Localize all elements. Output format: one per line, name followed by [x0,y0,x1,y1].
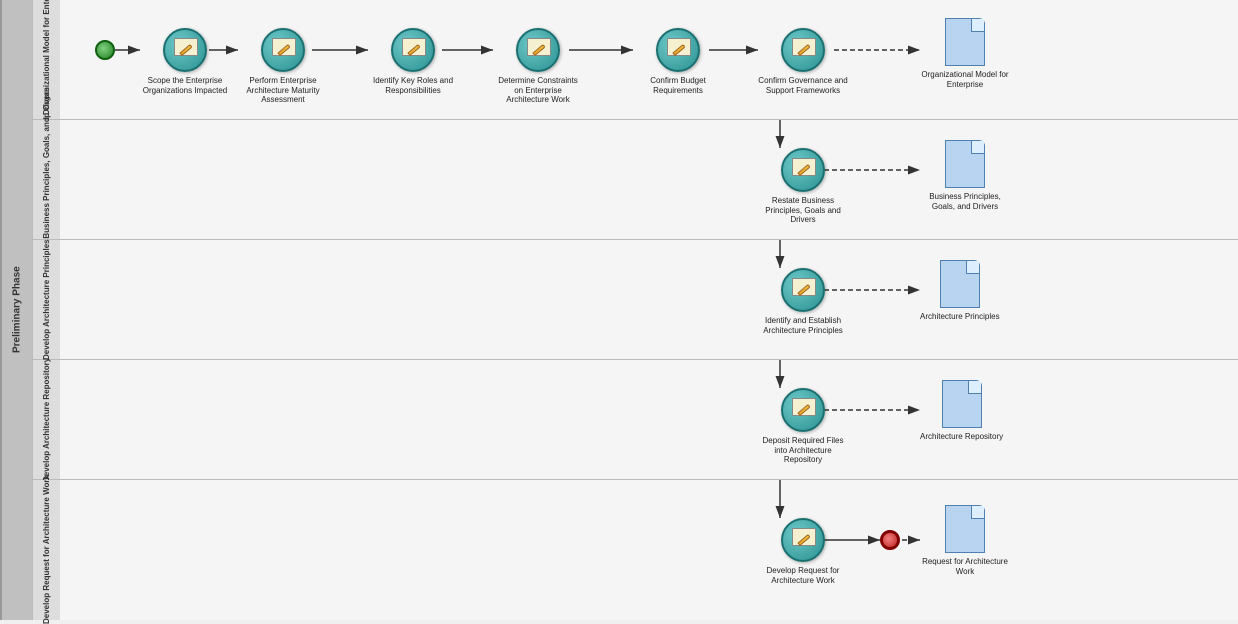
task-perform-maturity[interactable]: Perform Enterprise Architecture Maturity… [238,28,328,105]
task-deposit-files[interactable]: Deposit Required Files into Architecture… [758,388,848,465]
task-develop-request-icon [781,518,825,562]
lane-request-arch-work: Develop Request for Architecture Work De… [32,480,1238,620]
end-event [880,530,900,550]
task-confirm-budget-label: Confirm Budget Requirements [633,76,723,95]
lane-business-principles-content: Restate Business Principles, Goals and D… [60,120,1238,240]
doc-request-arch-work: Request for Architecture Work [920,505,1010,576]
doc-business-principles: Business Principles, Goals, and Drivers [920,140,1010,211]
task-identify-arch-principles-label: Identify and Establish Architecture Prin… [758,316,848,335]
lane5-arrows [60,480,1238,620]
preliminary-phase-label: Preliminary Phase [0,0,32,620]
task-confirm-governance-label: Confirm Governance and Support Framework… [758,76,848,95]
lanes-column: Develop Organizational Model for Enterpr… [32,0,1238,620]
lane-arch-principles-label: Develop Architecture Principles [32,240,60,359]
task-determine-constraints-label: Determine Constraints on Enterprise Arch… [493,76,583,105]
task-perform-maturity-icon [261,28,305,72]
lane-business-principles: Develop Business Principles, Goals, and … [32,120,1238,240]
task-restate-business-icon [781,148,825,192]
task-confirm-governance-icon [781,28,825,72]
task-confirm-budget[interactable]: Confirm Budget Requirements [633,28,723,95]
task-determine-constraints[interactable]: Determine Constraints on Enterprise Arch… [493,28,583,105]
lane3-arrows [60,240,1238,360]
lane-arch-repository-label: Develop Architecture Repository [32,360,60,479]
main-container: Preliminary Phase Develop Organizational… [0,0,1238,620]
task-develop-request-label: Develop Request for Architecture Work [758,566,848,585]
lane-business-principles-label: Develop Business Principles, Goals, and … [32,120,60,239]
doc-arch-principles-label: Architecture Principles [920,312,1000,322]
task-confirm-governance[interactable]: Confirm Governance and Support Framework… [758,28,848,95]
doc-arch-principles: Architecture Principles [920,260,1000,322]
task-deposit-files-label: Deposit Required Files into Architecture… [758,436,848,465]
doc-request-arch-work-label: Request for Architecture Work [920,557,1010,576]
doc-business-principles-shape [945,140,985,188]
lane-arch-principles: Develop Architecture Principles Identify… [32,240,1238,360]
task-identify-roles[interactable]: Identify Key Roles and Responsibilities [368,28,458,95]
doc-arch-principles-shape [940,260,980,308]
task-identify-roles-label: Identify Key Roles and Responsibilities [368,76,458,95]
lane4-arrows [60,360,1238,480]
lane2-arrows [60,120,1238,240]
lane-arch-principles-content: Identify and Establish Architecture Prin… [60,240,1238,360]
task-perform-maturity-label: Perform Enterprise Architecture Maturity… [238,76,328,105]
task-scope-enterprise-label: Scope the Enterprise Organizations Impac… [140,76,230,95]
task-identify-arch-principles-icon [781,268,825,312]
task-develop-request[interactable]: Develop Request for Architecture Work [758,518,848,585]
doc-arch-repository-label: Architecture Repository [920,432,1003,442]
doc-request-arch-work-shape [945,505,985,553]
doc-org-model-shape [945,18,985,66]
task-scope-enterprise-icon [163,28,207,72]
task-confirm-budget-icon [656,28,700,72]
task-identify-arch-principles[interactable]: Identify and Establish Architecture Prin… [758,268,848,335]
task-determine-constraints-icon [516,28,560,72]
start-event [95,40,115,60]
task-identify-roles-icon [391,28,435,72]
lane-org-model: Develop Organizational Model for Enterpr… [32,0,1238,120]
lane-org-model-content: Scope the Enterprise Organizations Impac… [60,0,1238,120]
doc-org-model-label: Organizational Model for Enterprise [920,70,1010,89]
doc-arch-repository: Architecture Repository [920,380,1003,442]
task-deposit-files-icon [781,388,825,432]
doc-business-principles-label: Business Principles, Goals, and Drivers [920,192,1010,211]
task-scope-enterprise[interactable]: Scope the Enterprise Organizations Impac… [140,28,230,95]
lane-arch-repository-content: Deposit Required Files into Architecture… [60,360,1238,480]
doc-org-model: Organizational Model for Enterprise [920,18,1010,89]
lane-arch-repository: Develop Architecture Repository Deposit … [32,360,1238,480]
lane-request-arch-work-label: Develop Request for Architecture Work [32,480,60,620]
task-restate-business-label: Restate Business Principles, Goals and D… [758,196,848,225]
task-restate-business[interactable]: Restate Business Principles, Goals and D… [758,148,848,225]
lane-request-arch-work-content: Develop Request for Architecture Work Re… [60,480,1238,620]
doc-arch-repository-shape [942,380,982,428]
